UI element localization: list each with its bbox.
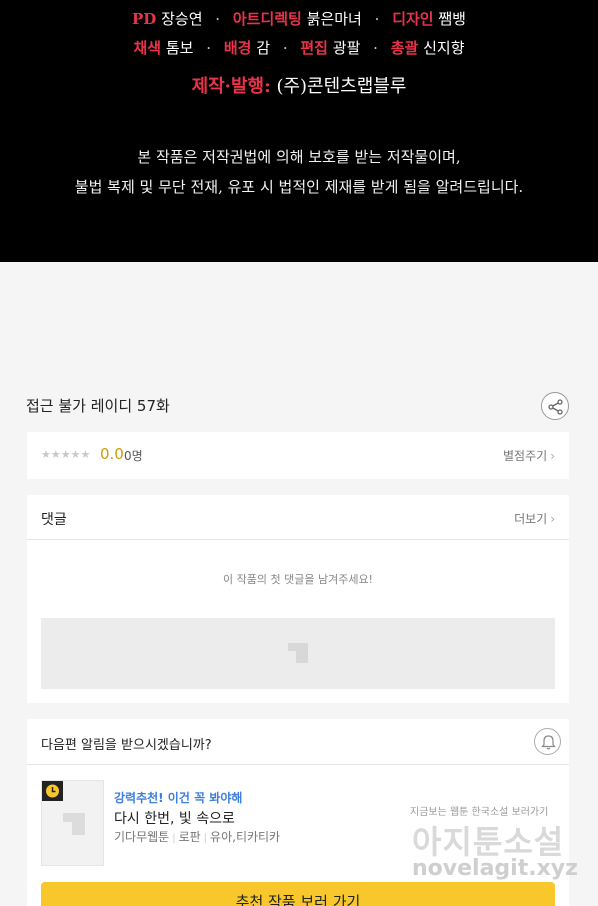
- credit-role: 채색: [133, 39, 162, 57]
- credit-name: 쨈뱅: [438, 10, 466, 28]
- credits-panel: PD 장승연 · 아트디렉팅 붉은마녀 · 디자인 쨈뱅 채색 톰보 · 배경 …: [0, 0, 598, 262]
- separator: ·: [374, 10, 380, 28]
- producer-line: 제작·발행: (주)콘텐츠랩블루: [0, 72, 598, 98]
- separator: ·: [206, 39, 212, 57]
- credit-role: 총괄: [390, 39, 419, 57]
- rate-button-label: 별점주기: [503, 449, 548, 463]
- rating-score: 0.0: [100, 445, 124, 463]
- credit-role: 편집: [300, 39, 328, 57]
- credit-name: 신지향: [423, 39, 465, 57]
- notify-bell-button[interactable]: [534, 728, 561, 755]
- comments-header: 댓글 더보기 ›: [27, 495, 569, 540]
- image-placeholder-icon: [288, 643, 308, 663]
- recommend-meta-author: 유아,티카티카: [210, 830, 281, 844]
- notify-header: 다음편 알림을 받으시겠습니까?: [27, 719, 569, 765]
- comments-empty-message: 이 작품의 첫 댓글을 남겨주세요!: [223, 573, 373, 586]
- watermark-tagline: 지금보는 웹툰 한국소설 보러가기: [410, 807, 549, 818]
- rating-card: ★★★★★ 0.0 0명 별점주기 ›: [27, 432, 569, 479]
- share-button[interactable]: [541, 392, 569, 420]
- comments-more-button[interactable]: 더보기 ›: [514, 510, 555, 527]
- credit-role: PD: [132, 10, 157, 28]
- image-placeholder-icon: [63, 813, 85, 835]
- episode-title: 접근 불가 레이디 57화: [26, 397, 170, 415]
- separator: ·: [215, 10, 221, 28]
- separator: |: [203, 833, 208, 844]
- rating-count: 0명: [124, 449, 143, 463]
- rating-stars[interactable]: ★★★★★: [41, 448, 90, 461]
- producer-name: (주)콘텐츠랩블루: [276, 76, 407, 97]
- comments-card: 댓글 더보기 › 이 작품의 첫 댓글을 남겨주세요!: [27, 495, 569, 703]
- comments-more-label: 더보기: [514, 512, 548, 526]
- recommend-tag: 강력추천! 이건 꼭 봐야해: [114, 791, 243, 805]
- separator: ·: [373, 39, 378, 57]
- wait-free-badge: [42, 781, 63, 801]
- credit-role: 디자인: [392, 10, 434, 28]
- recommend-meta-category: 기다무웹툰: [114, 830, 170, 844]
- copyright-notice-line-2: 불법 복제 및 무단 전재, 유포 시 법적인 제재를 받게 됨을 알려드립니다…: [74, 178, 524, 196]
- share-icon: [548, 399, 563, 415]
- credit-name: 장승연: [161, 10, 203, 28]
- separator: |: [172, 833, 176, 844]
- ad-banner[interactable]: [41, 618, 555, 689]
- credits-line-1: PD 장승연 · 아트디렉팅 붉은마녀 · 디자인 쨈뱅: [0, 8, 598, 29]
- recommend-title[interactable]: 다시 한번, 빛 속으로: [114, 808, 235, 828]
- credits-line-2: 채색 톰보 · 배경 감 · 편집 광팔 · 총괄 신지향: [0, 37, 598, 58]
- webtoon-viewer-page: PD 장승연 · 아트디렉팅 붉은마녀 · 디자인 쨈뱅 채색 톰보 · 배경 …: [0, 0, 598, 906]
- notify-question: 다음편 알림을 받으시겠습니까?: [41, 738, 212, 753]
- bell-icon: [541, 735, 556, 750]
- clock-icon: [46, 784, 59, 798]
- credit-name: 감: [256, 39, 271, 57]
- chevron-right-icon: ›: [550, 449, 555, 463]
- chevron-right-icon: ›: [550, 512, 555, 526]
- site-watermark: 지금보는 웹툰 한국소설 보러가기 아지툰소설 novelagit.xyz: [410, 803, 590, 893]
- rate-button[interactable]: 별점주기 ›: [503, 447, 555, 464]
- credit-role: 아트디렉팅: [232, 10, 302, 28]
- recommended-thumbnail[interactable]: [41, 780, 104, 866]
- credit-name: 톰보: [165, 39, 194, 57]
- copyright-notice-line-1: 본 작품은 저작권법에 의해 보호를 받는 저작물이며,: [137, 148, 461, 166]
- credit-role: 배경: [223, 39, 252, 57]
- watermark-url: novelagit.xyz: [412, 856, 578, 881]
- comments-title: 댓글: [41, 512, 67, 528]
- credit-name: 붉은마녀: [306, 10, 362, 28]
- separator: ·: [282, 39, 288, 57]
- recommend-meta: 기다무웹툰 | 로판 | 유아,티카티카: [114, 828, 280, 845]
- recommend-meta-genre: 로판: [178, 830, 201, 844]
- producer-role: 제작·발행:: [191, 76, 271, 97]
- credit-name: 광팔: [332, 39, 361, 57]
